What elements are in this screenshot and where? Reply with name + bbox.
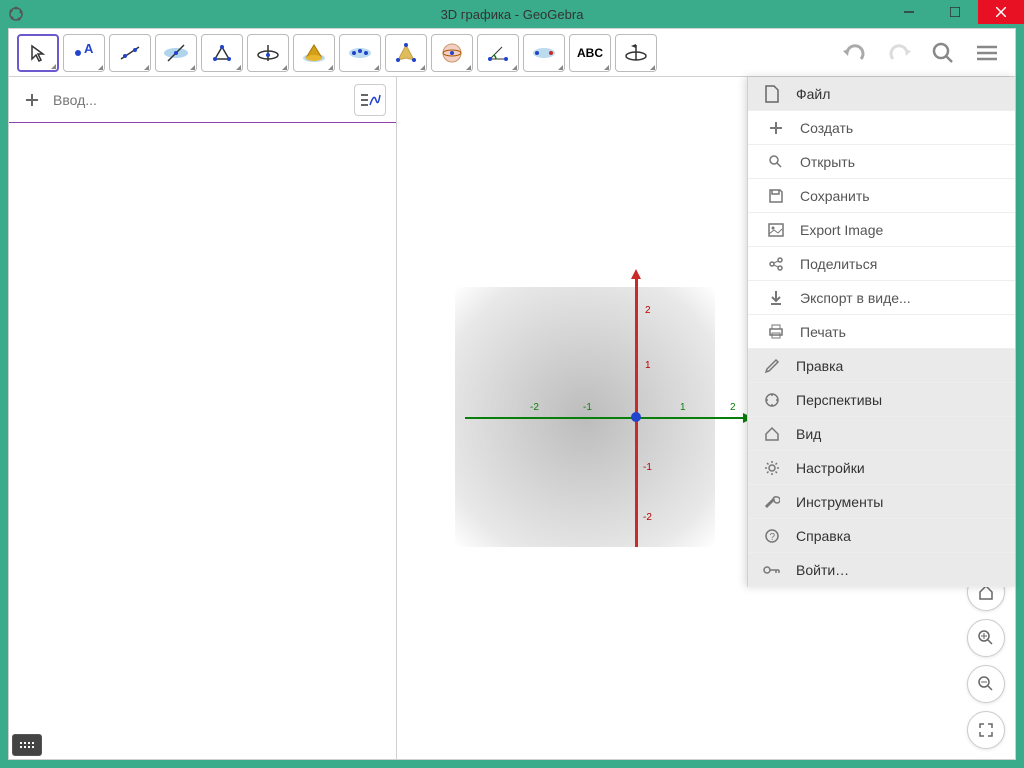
menu-help[interactable]: ?Справка xyxy=(748,519,1015,553)
tool-rotate-view[interactable] xyxy=(615,34,657,72)
tool-intersect[interactable] xyxy=(155,34,197,72)
menu-open[interactable]: Открыть xyxy=(748,145,1015,179)
menu-edit[interactable]: Правка xyxy=(748,349,1015,383)
key-icon xyxy=(762,560,782,580)
window-controls xyxy=(886,0,1024,24)
tool-cone[interactable] xyxy=(293,34,335,72)
share-icon xyxy=(766,254,786,274)
input-mode-button[interactable] xyxy=(354,84,386,116)
maximize-button[interactable] xyxy=(932,0,978,24)
menu-tools[interactable]: Инструменты xyxy=(748,485,1015,519)
algebra-panel xyxy=(9,77,397,759)
tool-reflect[interactable] xyxy=(523,34,565,72)
tool-move[interactable] xyxy=(17,34,59,72)
undo-button[interactable] xyxy=(835,33,875,73)
tool-text[interactable]: ABC xyxy=(569,34,611,72)
file-icon xyxy=(762,84,782,104)
tool-angle[interactable] xyxy=(477,34,519,72)
menu-print[interactable]: Печать xyxy=(748,315,1015,349)
app-frame: A ABC xyxy=(8,28,1016,760)
x-axis xyxy=(465,417,745,419)
toolbar: A ABC xyxy=(9,29,1015,77)
tool-point[interactable]: A xyxy=(63,34,105,72)
menu-export-image[interactable]: Export Image xyxy=(748,213,1015,247)
window-title: 3D графика - GeoGebra xyxy=(441,7,584,22)
search-button[interactable] xyxy=(923,33,963,73)
menu-save[interactable]: Сохранить xyxy=(748,179,1015,213)
origin-point xyxy=(631,412,641,422)
menu-file[interactable]: Файл xyxy=(748,77,1015,111)
tool-sphere[interactable] xyxy=(339,34,381,72)
perspectives-icon xyxy=(762,390,782,410)
image-icon xyxy=(766,220,786,240)
main-menu: Файл Создать Открыть Сохранить Export Im… xyxy=(747,77,1015,587)
keyboard-button[interactable] xyxy=(12,734,42,756)
input-row xyxy=(9,77,396,123)
plus-icon xyxy=(766,118,786,138)
svg-text:?: ? xyxy=(770,532,776,543)
print-icon xyxy=(766,322,786,342)
menu-settings[interactable]: Настройки xyxy=(748,451,1015,485)
add-button[interactable] xyxy=(19,87,45,113)
titlebar: 3D графика - GeoGebra xyxy=(0,0,1024,28)
close-button[interactable] xyxy=(978,0,1024,24)
menu-share[interactable]: Поделиться xyxy=(748,247,1015,281)
zoom-out-button[interactable] xyxy=(967,665,1005,703)
tool-line[interactable] xyxy=(109,34,151,72)
tool-pyramid[interactable] xyxy=(385,34,427,72)
tool-circle-axis[interactable] xyxy=(247,34,289,72)
download-icon xyxy=(766,288,786,308)
help-icon: ? xyxy=(762,526,782,546)
tool-polygon[interactable] xyxy=(201,34,243,72)
svg-text:A: A xyxy=(84,43,94,56)
algebra-input[interactable] xyxy=(53,92,346,108)
fullscreen-button[interactable] xyxy=(967,711,1005,749)
wrench-icon xyxy=(762,492,782,512)
tool-sphere-center[interactable] xyxy=(431,34,473,72)
app-icon xyxy=(8,6,24,22)
home-icon xyxy=(762,424,782,444)
menu-signin[interactable]: Войти… xyxy=(748,553,1015,587)
minimize-button[interactable] xyxy=(886,0,932,24)
zoom-in-button[interactable] xyxy=(967,619,1005,657)
redo-button[interactable] xyxy=(879,33,919,73)
save-icon xyxy=(766,186,786,206)
3d-graph: -2 -1 1 2 2 1 -1 -2 xyxy=(455,287,715,547)
view-controls xyxy=(967,573,1005,749)
menu-new[interactable]: Создать xyxy=(748,111,1015,145)
pencil-icon xyxy=(762,356,782,376)
menu-perspectives[interactable]: Перспективы xyxy=(748,383,1015,417)
menu-export-as[interactable]: Экспорт в виде... xyxy=(748,281,1015,315)
menu-view[interactable]: Вид xyxy=(748,417,1015,451)
gear-icon xyxy=(762,458,782,478)
menu-button[interactable] xyxy=(967,33,1007,73)
search-icon xyxy=(766,152,786,172)
